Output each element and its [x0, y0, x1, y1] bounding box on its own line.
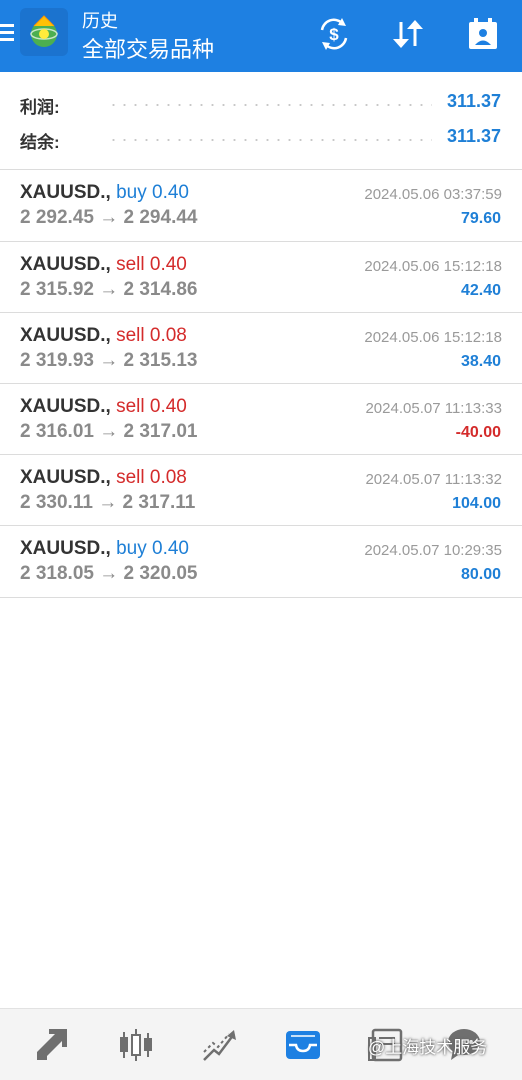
divider: [0, 597, 522, 598]
trade-icon[interactable]: [200, 1025, 240, 1065]
dotted-leader: [108, 104, 432, 106]
deal-row[interactable]: XAUUSD., sell 0.08 2 330.11 → 2 317.11 2…: [0, 455, 522, 526]
deal-profit: -40.00: [455, 424, 501, 441]
deal-profit: 80.00: [460, 566, 501, 583]
svg-text:$: $: [329, 25, 339, 44]
symbol-filter[interactable]: 全部交易品种: [82, 32, 214, 64]
deal-side: sell: [116, 467, 145, 488]
deal-time: 2024.05.06 15:12:18: [364, 258, 502, 275]
bottom-navigation: @上海技术服务: [0, 1008, 522, 1080]
page-subtitle: 历史: [82, 11, 118, 31]
deal-row[interactable]: XAUUSD., buy 0.40 2 292.45 → 2 294.44 20…: [0, 170, 522, 241]
deal-volume: 0.40: [149, 396, 187, 417]
deal-profit: 79.60: [460, 210, 501, 227]
deal-title: XAUUSD., buy 0.40: [20, 182, 189, 204]
deal-symbol: XAUUSD.,: [20, 182, 111, 203]
deal-title: XAUUSD., buy 0.40: [20, 538, 189, 560]
deal-symbol: XAUUSD.,: [20, 254, 111, 275]
deal-row[interactable]: XAUUSD., sell 0.40 2 316.01 → 2 317.01 2…: [0, 384, 522, 455]
deal-prices: 2 316.01 → 2 317.01: [20, 421, 198, 442]
profit-row: 利润: 311.37: [0, 89, 522, 119]
deal-volume: 0.40: [149, 254, 187, 275]
deal-prices: 2 292.45 → 2 294.44: [20, 207, 198, 228]
deal-side: buy: [116, 538, 147, 559]
deal-symbol: XAUUSD.,: [20, 467, 111, 488]
deal-side: sell: [116, 325, 145, 346]
deal-row[interactable]: XAUUSD., sell 0.40 2 315.92 → 2 314.86 2…: [0, 242, 522, 313]
deal-volume: 0.40: [152, 182, 189, 203]
sort-icon[interactable]: [388, 14, 428, 54]
deal-row[interactable]: XAUUSD., buy 0.40 2 318.05 → 2 320.05 20…: [0, 526, 522, 597]
deal-title: XAUUSD., sell 0.40: [20, 254, 187, 276]
deal-time: 2024.05.06 03:37:59: [364, 186, 502, 203]
deal-prices: 2 318.05 → 2 320.05: [20, 563, 198, 584]
deal-profit: 104.00: [452, 495, 501, 512]
deal-time: 2024.05.07 10:29:35: [364, 542, 502, 559]
deal-symbol: XAUUSD.,: [20, 538, 111, 559]
deal-prices: 2 315.92 → 2 314.86: [20, 279, 198, 300]
profit-value: 311.37: [446, 91, 501, 111]
summary-panel: 利润: 311.37 结余: 311.37: [0, 72, 522, 170]
deal-profit: 42.40: [460, 282, 501, 299]
chart-icon[interactable]: [116, 1025, 156, 1065]
mt-logo-icon: [20, 8, 68, 56]
deal-time: 2024.05.06 15:12:18: [364, 329, 502, 346]
deal-row[interactable]: XAUUSD., sell 0.08 2 319.93 → 2 315.13 2…: [0, 313, 522, 384]
deal-volume: 0.40: [152, 538, 189, 559]
deal-title: XAUUSD., sell 0.08: [20, 325, 187, 347]
deal-title: XAUUSD., sell 0.08: [20, 467, 187, 489]
watermark-text: @上海技术服务: [368, 1038, 488, 1057]
balance-label: 结余:: [20, 133, 60, 152]
deal-prices: 2 330.11 → 2 317.11: [20, 492, 196, 513]
dotted-leader: [108, 139, 432, 141]
deal-volume: 0.08: [149, 325, 187, 346]
deal-symbol: XAUUSD.,: [20, 325, 111, 346]
deal-prices: 2 319.93 → 2 315.13: [20, 350, 198, 371]
calendar-icon[interactable]: [463, 14, 503, 54]
deal-volume: 0.08: [149, 467, 187, 488]
app-root: 历史 全部交易品种 $ 利润: 311.37 结余: 311.37 XAUUSD…: [0, 0, 522, 1080]
balance-value: 311.37: [446, 126, 501, 146]
quotes-icon[interactable]: [32, 1025, 72, 1065]
deal-title: XAUUSD., sell 0.40: [20, 396, 187, 418]
top-app-bar: 历史 全部交易品种 $: [0, 0, 522, 72]
dollar-cycle-icon[interactable]: $: [314, 14, 354, 54]
deal-side: sell: [116, 254, 145, 275]
history-icon[interactable]: [283, 1025, 323, 1065]
profit-label: 利润:: [20, 98, 60, 117]
deal-time: 2024.05.07 11:13:32: [365, 471, 502, 488]
deal-profit: 38.40: [460, 353, 501, 370]
deal-time: 2024.05.07 11:13:33: [365, 400, 502, 417]
balance-row: 结余: 311.37: [0, 124, 522, 154]
deal-side: sell: [116, 396, 145, 417]
deal-side: buy: [116, 182, 147, 203]
menu-icon[interactable]: [0, 20, 18, 46]
deal-symbol: XAUUSD.,: [20, 396, 111, 417]
